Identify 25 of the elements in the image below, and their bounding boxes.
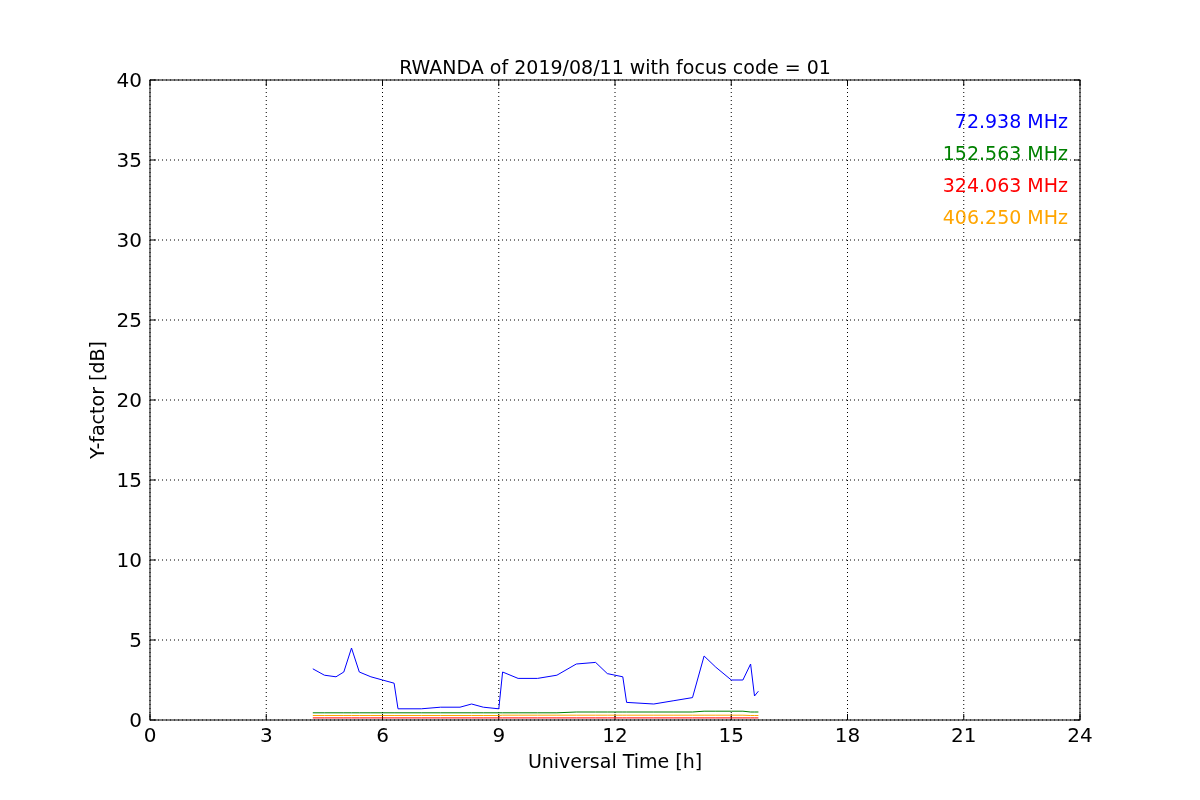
x-tick-label: 9 — [492, 723, 506, 747]
y-tick-label: 20 — [116, 388, 142, 412]
x-tick-label: 18 — [834, 723, 861, 747]
x-tick-label: 0 — [143, 723, 157, 747]
y-tick-label: 5 — [129, 628, 142, 652]
chart-title: RWANDA of 2019/08/11 with focus code = 01 — [399, 56, 831, 78]
y-tick-label: 0 — [129, 708, 142, 732]
y-tick-label: 10 — [116, 548, 142, 572]
y-tick-label: 30 — [116, 228, 142, 252]
x-tick-label: 6 — [376, 723, 389, 747]
x-tick-label: 21 — [951, 723, 977, 747]
y-tick-label: 40 — [116, 68, 142, 92]
y-tick-label: 35 — [116, 148, 142, 172]
legend-label: 406.250 MHz — [942, 206, 1068, 228]
x-tick-label: 3 — [259, 723, 273, 747]
x-axis-label: Universal Time [h] — [527, 750, 703, 772]
y-tick-label: 25 — [116, 308, 142, 332]
y-axis-label: Y-factor [dB] — [86, 341, 108, 459]
y-tick-label: 15 — [116, 468, 142, 492]
legend-label: 152.563 MHz — [942, 142, 1068, 164]
x-tick-label: 15 — [718, 723, 744, 747]
legend-label: 72.938 MHz — [954, 110, 1068, 132]
x-tick-label: 12 — [602, 723, 628, 747]
x-tick-label: 24 — [1067, 723, 1093, 747]
legend-label: 324.063 MHz — [942, 174, 1068, 196]
